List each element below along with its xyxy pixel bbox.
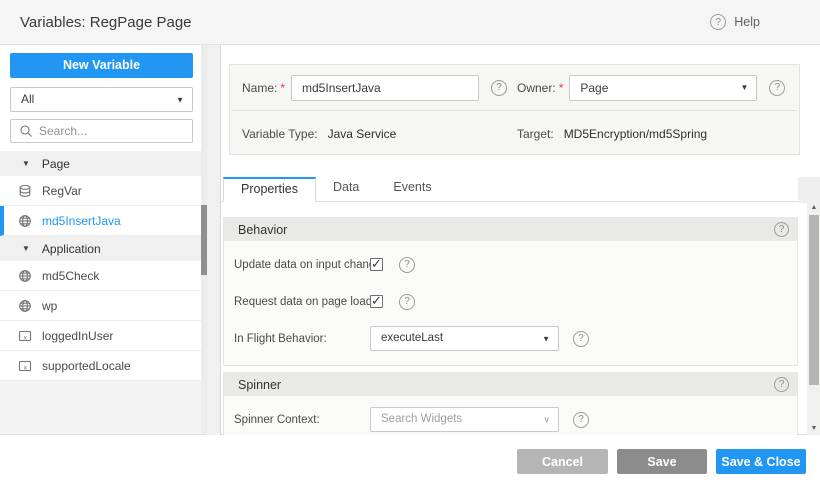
- help-label: Help: [734, 15, 760, 29]
- chevron-down-icon: [740, 76, 748, 100]
- variable-filter-value: All: [21, 92, 34, 106]
- update-data-help-icon[interactable]: [399, 257, 415, 273]
- collapse-triangle-icon: [22, 244, 30, 253]
- globe-icon: [18, 269, 32, 283]
- tree-item-md5check[interactable]: md5Check: [0, 261, 207, 291]
- spinner-context-dropdown[interactable]: Search Widgets: [370, 407, 559, 432]
- spinner-section-title: Spinner: [238, 378, 281, 392]
- update-data-checkbox[interactable]: [370, 258, 383, 271]
- name-label: Name:: [242, 81, 277, 95]
- properties-tab-content: Behavior Update data on input change Req…: [221, 202, 800, 435]
- spinner-context-help-icon[interactable]: [573, 412, 589, 428]
- request-data-row: Request data on page load: [224, 283, 797, 320]
- properties-scrollbar[interactable]: [807, 202, 820, 435]
- target-value: MD5Encryption/md5Spring: [564, 127, 707, 141]
- dialog-titlebar: Variables: RegPage Page Help: [0, 0, 820, 45]
- owner-label: Owner:: [517, 81, 556, 95]
- database-icon: [18, 184, 32, 198]
- chevron-down-icon: [543, 408, 550, 431]
- required-asterisk: *: [559, 81, 564, 95]
- tree-item-label: md5Check: [42, 269, 99, 283]
- inflight-behavior-row: In Flight Behavior: executeLast: [224, 320, 797, 357]
- tree-item-wp[interactable]: wp: [0, 291, 207, 321]
- tree-item-loggedinuser[interactable]: x loggedInUser: [0, 321, 207, 351]
- save-button[interactable]: Save: [617, 449, 707, 474]
- name-field[interactable]: [291, 75, 479, 101]
- required-asterisk: *: [280, 81, 285, 95]
- variable-type-value: Java Service: [328, 127, 397, 141]
- detail-tabs: Properties Data Events: [221, 177, 798, 202]
- request-data-label: Request data on page load: [234, 296, 370, 308]
- spinner-help-icon[interactable]: [774, 377, 789, 392]
- sidebar-empty-area: [0, 381, 207, 434]
- request-data-checkbox[interactable]: [370, 295, 383, 308]
- chevron-down-icon: [542, 327, 550, 350]
- scrollbar-corner: [798, 177, 820, 203]
- variable-detail-panel: Name: * Owner: * Page Variable Type: Jav…: [220, 45, 820, 435]
- spinner-context-label: Spinner Context:: [234, 414, 370, 426]
- owner-help-icon[interactable]: [769, 80, 785, 96]
- request-data-help-icon[interactable]: [399, 294, 415, 310]
- tree-section-label: Page: [42, 157, 70, 171]
- tab-properties[interactable]: Properties: [223, 177, 316, 202]
- variable-summary-form: Name: * Owner: * Page Variable Type: Jav…: [229, 64, 800, 155]
- globe-icon: [18, 214, 32, 228]
- variable-icon: x: [18, 329, 32, 343]
- inflight-behavior-help-icon[interactable]: [573, 331, 589, 347]
- tree-section-application[interactable]: Application: [0, 236, 207, 261]
- inflight-behavior-value: executeLast: [381, 332, 443, 344]
- variables-tree: Page RegVar md5InsertJava Application md…: [0, 151, 207, 434]
- tree-item-label: RegVar: [42, 184, 82, 198]
- name-help-icon[interactable]: [491, 80, 507, 96]
- tree-section-page[interactable]: Page: [0, 151, 207, 176]
- owner-value: Page: [580, 81, 608, 95]
- variables-sidebar: New Variable All Page RegVar md5In: [0, 45, 207, 435]
- tree-item-label: supportedLocale: [42, 359, 131, 373]
- tree-item-supportedlocale[interactable]: x supportedLocale: [0, 351, 207, 381]
- properties-scrollbar-thumb[interactable]: [809, 215, 819, 385]
- tree-item-md5insertjava[interactable]: md5InsertJava: [0, 206, 207, 236]
- cancel-button[interactable]: Cancel: [517, 449, 608, 474]
- owner-dropdown[interactable]: Page: [569, 75, 757, 101]
- target-label: Target:: [517, 127, 554, 141]
- spinner-context-placeholder: Search Widgets: [381, 413, 462, 425]
- tree-item-regvar[interactable]: RegVar: [0, 176, 207, 206]
- help-circle-icon: [710, 14, 726, 30]
- behavior-section: Behavior Update data on input change Req…: [223, 217, 798, 366]
- update-data-row: Update data on input change: [224, 246, 797, 283]
- tree-item-label: wp: [42, 299, 57, 313]
- scroll-up-arrow-icon[interactable]: [807, 202, 820, 214]
- tab-events[interactable]: Events: [376, 176, 448, 201]
- tree-item-label: loggedInUser: [42, 329, 113, 343]
- spinner-context-row: Spinner Context: Search Widgets: [224, 401, 797, 435]
- search-input[interactable]: [39, 124, 184, 138]
- collapse-triangle-icon: [22, 159, 30, 168]
- inflight-behavior-label: In Flight Behavior:: [234, 333, 370, 345]
- chevron-down-icon: [176, 88, 184, 111]
- variable-filter-dropdown[interactable]: All: [10, 87, 193, 112]
- tree-item-label: md5InsertJava: [42, 214, 121, 228]
- variable-search-box: [10, 119, 193, 143]
- tab-data[interactable]: Data: [316, 176, 376, 201]
- help-button[interactable]: Help: [710, 14, 760, 30]
- new-variable-button[interactable]: New Variable: [10, 53, 193, 78]
- save-and-close-button[interactable]: Save & Close: [716, 449, 806, 474]
- scroll-down-arrow-icon[interactable]: [807, 423, 820, 435]
- update-data-label: Update data on input change: [234, 259, 370, 271]
- inflight-behavior-dropdown[interactable]: executeLast: [370, 326, 559, 351]
- behavior-help-icon[interactable]: [774, 222, 789, 237]
- tree-section-label: Application: [42, 242, 101, 256]
- panel-divider: [207, 45, 220, 435]
- variable-icon: x: [18, 359, 32, 373]
- page-title: Variables: RegPage Page: [20, 14, 710, 31]
- globe-icon: [18, 299, 32, 313]
- search-icon: [19, 124, 33, 138]
- spinner-section: Spinner Spinner Context: Search Widgets: [223, 372, 798, 435]
- behavior-section-title: Behavior: [238, 223, 287, 237]
- variable-type-label: Variable Type:: [242, 127, 318, 141]
